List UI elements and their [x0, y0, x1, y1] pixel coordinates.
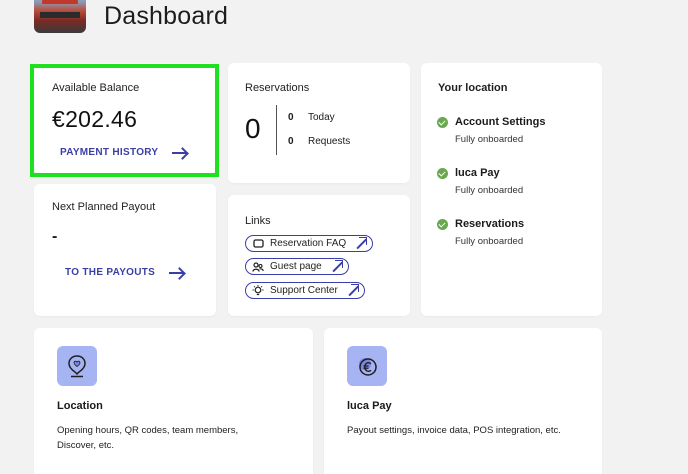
lightbulb-icon [252, 284, 264, 296]
to-payouts-label: TO THE PAYOUTS [65, 267, 156, 278]
payout-label: Next Planned Payout [52, 201, 156, 213]
guest-page-label: Guest page [270, 261, 322, 272]
reservations-total: 0 [245, 113, 261, 144]
status-item-status: Fully onboarded [455, 236, 524, 247]
balance-amount: €202.46 [52, 106, 138, 132]
links-card: Links Reservation FAQ Guest page Support… [228, 195, 410, 316]
location-status-card: Your location Account Settings Fully onb… [421, 63, 602, 316]
check-icon [437, 219, 448, 230]
reservations-today-row: 0 Today [288, 112, 335, 123]
status-item-title: Reservations [455, 218, 525, 230]
divider [276, 105, 277, 155]
today-label: Today [308, 112, 335, 123]
external-link-icon [355, 237, 368, 249]
balance-card: Available Balance €202.46 PAYMENT HISTOR… [34, 63, 216, 174]
status-item-status: Fully onboarded [455, 134, 524, 145]
external-link-icon [331, 260, 343, 272]
feature-title: Location [57, 400, 103, 412]
euro-coin-icon [347, 346, 387, 386]
feature-description: Payout settings, invoice data, POS integ… [347, 425, 561, 436]
guest-page-link[interactable]: Guest page [245, 258, 349, 275]
feature-title: luca Pay [347, 400, 392, 412]
status-item-status: Fully onboarded [455, 185, 524, 196]
check-icon [437, 117, 448, 128]
support-center-label: Support Center [270, 285, 338, 296]
external-link-icon [347, 284, 359, 296]
arrow-right-icon [169, 268, 185, 278]
payout-card: Next Planned Payout - TO THE PAYOUTS [34, 184, 216, 316]
status-item-title: luca Pay [455, 167, 500, 179]
check-icon [437, 168, 448, 179]
links-label: Links [245, 215, 271, 227]
location-pin-icon [57, 346, 97, 386]
requests-label: Requests [308, 136, 351, 147]
today-count: 0 [288, 112, 294, 123]
guests-icon [252, 261, 264, 272]
reservation-faq-label: Reservation FAQ [270, 238, 347, 249]
reservation-faq-link[interactable]: Reservation FAQ [245, 235, 374, 252]
status-item-title: Account Settings [455, 116, 546, 128]
payment-history-label: PAYMENT HISTORY [60, 147, 159, 158]
reservations-requests-row: 0 Requests [288, 136, 350, 147]
feature-card-location[interactable]: Location Opening hours, QR codes, team m… [34, 328, 313, 474]
to-payouts-link[interactable]: TO THE PAYOUTS [65, 267, 185, 278]
support-center-link[interactable]: Support Center [245, 282, 365, 299]
payout-value: - [52, 228, 58, 245]
avatar [34, 0, 86, 33]
reservations-card[interactable]: Reservations 0 0 Today 0 Requests [228, 63, 410, 183]
feature-description: Opening hours, QR codes, team members, D… [57, 425, 239, 451]
page-title: Dashboard [104, 2, 229, 30]
balance-label: Available Balance [52, 82, 140, 94]
requests-count: 0 [288, 136, 294, 147]
arrow-right-icon [172, 148, 188, 158]
ticket-icon [252, 238, 264, 249]
location-status-title: Your location [438, 82, 508, 94]
payment-history-link[interactable]: PAYMENT HISTORY [60, 147, 188, 158]
feature-card-luca-pay[interactable]: luca Pay Payout settings, invoice data, … [324, 328, 602, 474]
reservations-label: Reservations [245, 82, 310, 94]
